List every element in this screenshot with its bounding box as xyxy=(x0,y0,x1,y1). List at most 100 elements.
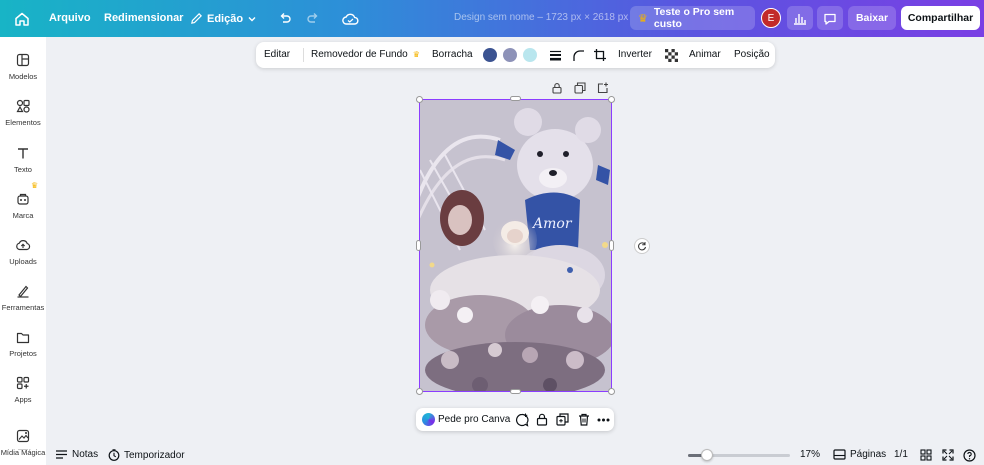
border-style-icon[interactable] xyxy=(547,47,563,63)
sidebar-item-midia-magica[interactable]: Mídia Mágica xyxy=(0,427,46,457)
templates-icon xyxy=(14,51,32,69)
context-toolbar: Editar Removedor de Fundo ♛ Borracha Inv… xyxy=(256,42,775,68)
text-icon xyxy=(14,144,32,162)
flip-button[interactable]: Inverter xyxy=(618,49,652,60)
resize-handle[interactable] xyxy=(510,96,521,101)
download-button[interactable]: Baixar xyxy=(848,6,896,30)
resize-handle[interactable] xyxy=(608,96,615,103)
redo-icon[interactable] xyxy=(304,10,322,28)
sidebar-item-label: Marca xyxy=(12,211,34,220)
sidebar-item-label: Uploads xyxy=(9,257,37,266)
background-remover-button[interactable]: Removedor de Fundo ♛ xyxy=(311,49,420,60)
crown-icon: ♛ xyxy=(31,181,39,190)
fullscreen-icon[interactable] xyxy=(942,449,954,461)
sidebar-item-label: Mídia Mágica xyxy=(0,448,46,457)
resize-handle[interactable] xyxy=(510,389,521,394)
duplicate-page-icon[interactable] xyxy=(574,81,586,99)
sidebar-item-label: Ferramentas xyxy=(1,303,45,312)
help-icon[interactable] xyxy=(963,449,976,462)
notes-label: Notas xyxy=(72,449,99,460)
folder-icon xyxy=(14,328,32,346)
sidebar-item-label: Apps xyxy=(14,395,32,404)
share-button[interactable]: Compartilhar xyxy=(901,6,980,30)
ask-canva-button[interactable]: Pede pro Canva xyxy=(438,414,510,425)
page-counter: 1/1 xyxy=(894,449,908,460)
undo-icon[interactable] xyxy=(276,10,294,28)
comment-icon xyxy=(824,13,836,25)
transparency-icon[interactable] xyxy=(663,47,679,63)
resize-handle[interactable] xyxy=(416,96,423,103)
background-remover-label: Removedor de Fundo xyxy=(311,49,408,60)
pencil-icon xyxy=(191,13,202,24)
sidebar-item-uploads[interactable]: Uploads xyxy=(0,236,46,266)
zoom-slider-handle[interactable] xyxy=(701,449,713,461)
home-icon[interactable] xyxy=(12,9,32,29)
resize-handle[interactable] xyxy=(416,388,423,395)
sidebar-item-texto[interactable]: Texto xyxy=(0,144,46,174)
left-sidebar: Modelos Elementos Texto ♛ Marca Uploads … xyxy=(0,37,46,465)
sidebar-item-ferramentas[interactable]: Ferramentas xyxy=(0,282,46,312)
sidebar-item-modelos[interactable]: Modelos xyxy=(0,51,46,81)
canva-ai-icon xyxy=(422,413,435,426)
toolbar-divider xyxy=(303,48,304,62)
edit-mode-label: Edição xyxy=(207,12,244,25)
insights-button[interactable] xyxy=(787,6,813,30)
brand-icon xyxy=(14,190,32,208)
notes-button[interactable]: Notas xyxy=(55,449,98,460)
trash-icon[interactable] xyxy=(576,412,591,427)
crown-icon: ♛ xyxy=(412,50,420,59)
zoom-level[interactable]: 17% xyxy=(800,449,820,460)
pages-icon xyxy=(833,449,846,460)
file-menu[interactable]: Arquivo xyxy=(49,12,91,24)
timer-label: Temporizador xyxy=(124,449,185,461)
design-title[interactable]: Design sem nome – 1723 px × 2618 px xyxy=(454,12,628,23)
color-swatch[interactable] xyxy=(523,48,537,62)
crop-icon[interactable] xyxy=(592,47,608,63)
eraser-button[interactable]: Borracha xyxy=(432,49,473,60)
crown-icon: ♛ xyxy=(638,12,648,25)
apps-icon xyxy=(14,374,32,392)
resize-menu[interactable]: Redimensionar xyxy=(104,12,183,24)
timer-icon xyxy=(108,449,120,461)
upload-icon xyxy=(14,236,32,254)
resize-handle[interactable] xyxy=(609,240,614,251)
bar-chart-icon xyxy=(794,13,806,25)
sidebar-item-elementos[interactable]: Elementos xyxy=(0,97,46,127)
try-pro-button[interactable]: ♛ Teste o Pro sem custo xyxy=(630,6,755,30)
sidebar-item-label: Elementos xyxy=(5,118,41,127)
comments-button[interactable] xyxy=(817,6,843,30)
pages-button[interactable]: Páginas xyxy=(833,449,886,460)
top-bar: Arquivo Redimensionar Edição Design sem … xyxy=(0,0,984,37)
avatar[interactable]: E xyxy=(761,8,781,28)
edit-mode-menu[interactable]: Edição xyxy=(190,12,257,25)
add-page-icon[interactable] xyxy=(597,81,609,99)
animate-button[interactable]: Animar xyxy=(689,49,721,60)
color-swatch[interactable] xyxy=(503,48,517,62)
sidebar-item-label: Texto xyxy=(14,165,32,174)
more-options-icon[interactable] xyxy=(596,412,611,427)
resize-handle[interactable] xyxy=(416,240,421,251)
timer-button[interactable]: Temporizador xyxy=(108,449,185,461)
sidebar-item-label: Modelos xyxy=(8,72,38,81)
sidebar-item-marca[interactable]: Marca xyxy=(0,190,46,220)
sidebar-item-apps[interactable]: Apps xyxy=(0,374,46,404)
tools-icon xyxy=(14,282,32,300)
cloud-save-icon[interactable] xyxy=(341,10,359,28)
color-swatch[interactable] xyxy=(483,48,497,62)
pages-label: Páginas xyxy=(850,449,887,460)
magic-media-icon xyxy=(14,427,32,445)
add-comment-icon[interactable] xyxy=(514,412,529,427)
resize-handle[interactable] xyxy=(608,388,615,395)
rotate-icon[interactable] xyxy=(634,238,650,254)
duplicate-icon[interactable] xyxy=(555,412,570,427)
edit-button[interactable]: Editar xyxy=(264,49,290,60)
sidebar-item-projetos[interactable]: Projetos xyxy=(0,328,46,358)
lock-icon[interactable] xyxy=(534,412,549,427)
corner-rounding-icon[interactable] xyxy=(570,47,586,63)
lock-icon[interactable] xyxy=(551,81,563,99)
selection-frame xyxy=(419,99,612,392)
sidebar-item-label: Projetos xyxy=(9,349,37,358)
position-button[interactable]: Posição xyxy=(734,49,770,60)
try-pro-label: Teste o Pro sem custo xyxy=(653,6,735,30)
grid-view-icon[interactable] xyxy=(920,449,932,461)
